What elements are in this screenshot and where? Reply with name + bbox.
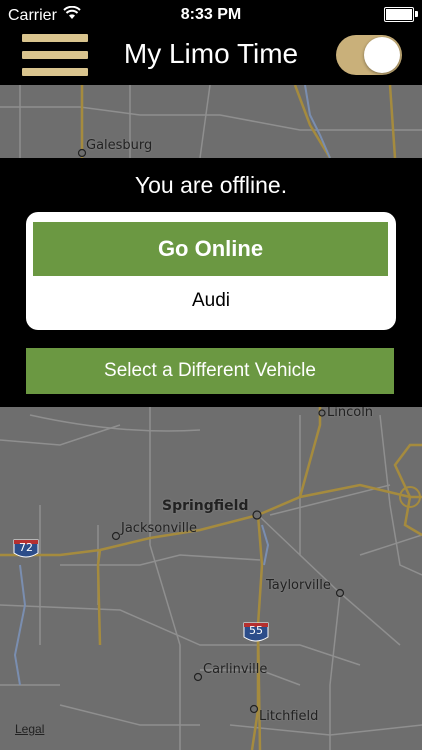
interstate-72-shield-label: 72	[19, 541, 33, 554]
battery-icon	[384, 7, 418, 22]
offline-message: You are offline.	[134, 172, 288, 198]
map-label-litchfield: Litchfield	[259, 709, 319, 724]
map-label-taylorville: Taylorville	[266, 578, 331, 593]
map-label-galesburg: Galesburg	[86, 138, 153, 153]
go-online-button[interactable]: Go Online	[33, 222, 388, 276]
online-toggle[interactable]	[336, 35, 402, 75]
select-different-vehicle-button[interactable]: Select a Different Vehicle	[26, 348, 394, 394]
toggle-knob	[364, 37, 400, 73]
map-label-carlinville: Carlinville	[203, 662, 268, 677]
interstate-55-shield-label: 55	[249, 624, 263, 637]
offline-panel: You are offline. Go Online Audi Select a…	[0, 158, 422, 407]
map-label-lincoln: Lincoln	[327, 405, 374, 420]
status-time: 8:33 PM	[180, 6, 242, 23]
map-label-springfield: Springfield	[162, 498, 249, 514]
current-vehicle-name: Audi	[191, 290, 231, 311]
status-bar: Carrier 8:33 PM	[0, 0, 422, 28]
nav-bar: My Limo Time	[0, 28, 422, 85]
legal-link[interactable]: Legal	[15, 722, 44, 736]
map-label-jacksonville: Jacksonville	[121, 521, 197, 536]
vehicle-status-card: Go Online Audi	[26, 212, 396, 330]
